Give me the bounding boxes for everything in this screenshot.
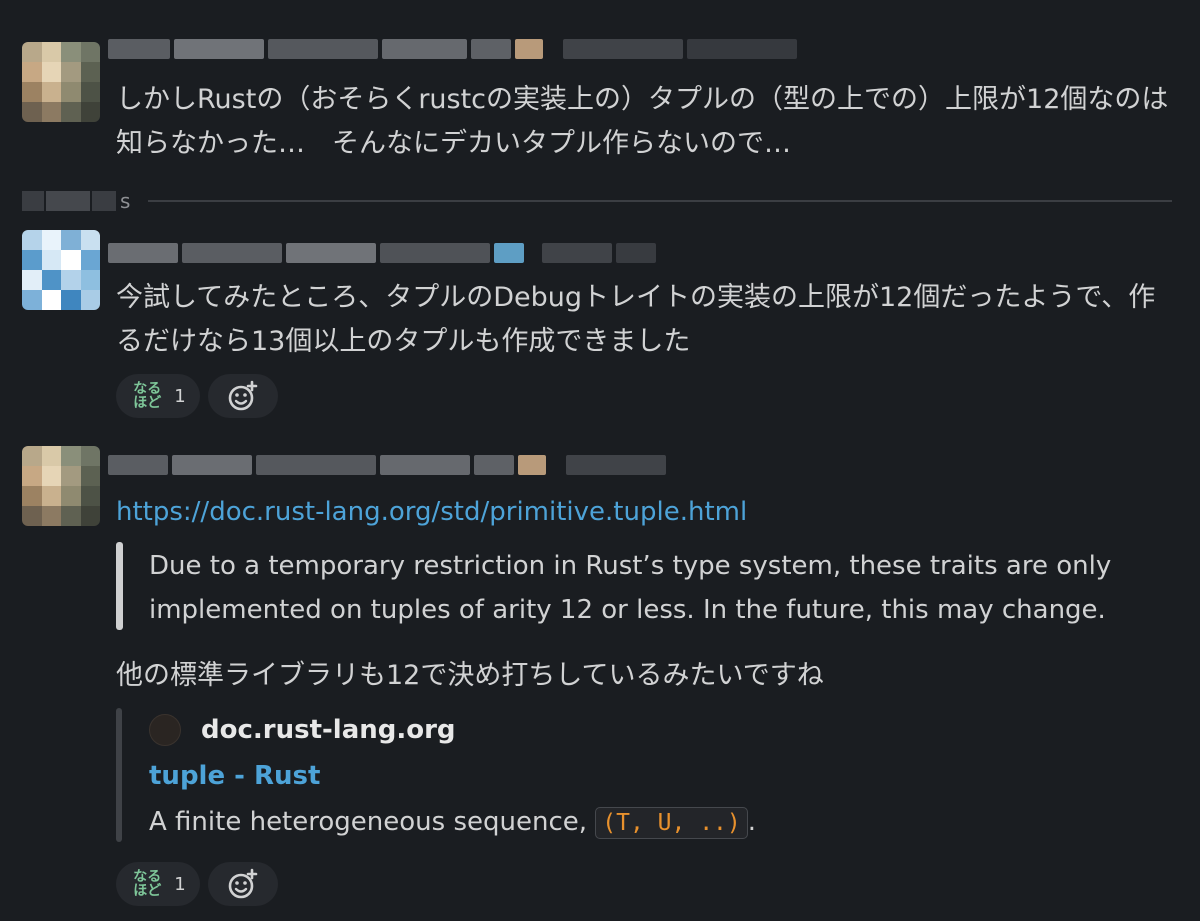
favicon-icon <box>149 714 181 746</box>
add-reaction-icon <box>228 868 258 899</box>
add-reaction-icon <box>228 380 258 411</box>
divider-label: s <box>120 189 131 213</box>
message-text: 今試してみたところ、タプルのDebugトレイトの実装の上限が12個だったようで、… <box>116 282 1156 357</box>
message-link[interactable]: https://doc.rust-lang.org/std/primitive.… <box>116 490 1182 534</box>
unfurl-description: A finite heterogeneous sequence, (T, U, … <box>149 800 756 845</box>
sender-name-pixelated[interactable] <box>108 36 797 62</box>
sender-name-pixelated[interactable] <box>108 240 656 266</box>
date-divider: s <box>22 188 130 214</box>
reaction-naruhodo[interactable]: なる ほど 1 <box>116 862 200 906</box>
reaction-count: 1 <box>174 385 186 407</box>
unfurl-title[interactable]: tuple - Rust <box>149 756 320 796</box>
naruhodo-emoji-icon: なる ほど <box>133 381 162 411</box>
reaction-count: 1 <box>174 873 186 895</box>
unfurl-site[interactable]: doc.rust-lang.org <box>149 710 456 750</box>
naruhodo-emoji-icon: なる ほど <box>133 869 162 899</box>
unfurl-bar <box>116 708 122 842</box>
quote-bar <box>116 542 123 630</box>
avatar[interactable] <box>22 230 100 310</box>
add-reaction-button[interactable] <box>208 374 278 418</box>
avatar[interactable] <box>22 446 100 526</box>
divider-line <box>148 200 1172 202</box>
add-reaction-button[interactable] <box>208 862 278 906</box>
unfurl-code: (T, U, ..) <box>595 807 748 839</box>
unfurl-description-end: . <box>747 807 757 837</box>
message-text: 他の標準ライブラリも12で決め打ちしているみたいですね <box>116 660 824 691</box>
message-text: しかしRustの（おそらくrustcの実装上の）タプルの（型の上での）上限が12… <box>116 84 1169 159</box>
sender-name-pixelated[interactable] <box>108 452 666 478</box>
quote-text: Due to a temporary restriction in Rust’s… <box>149 551 1112 625</box>
unfurl-site-name: doc.rust-lang.org <box>201 715 456 745</box>
unfurl-description-text: A finite heterogeneous sequence, <box>149 807 596 837</box>
avatar[interactable] <box>22 42 100 122</box>
reaction-naruhodo[interactable]: なる ほど 1 <box>116 374 200 418</box>
